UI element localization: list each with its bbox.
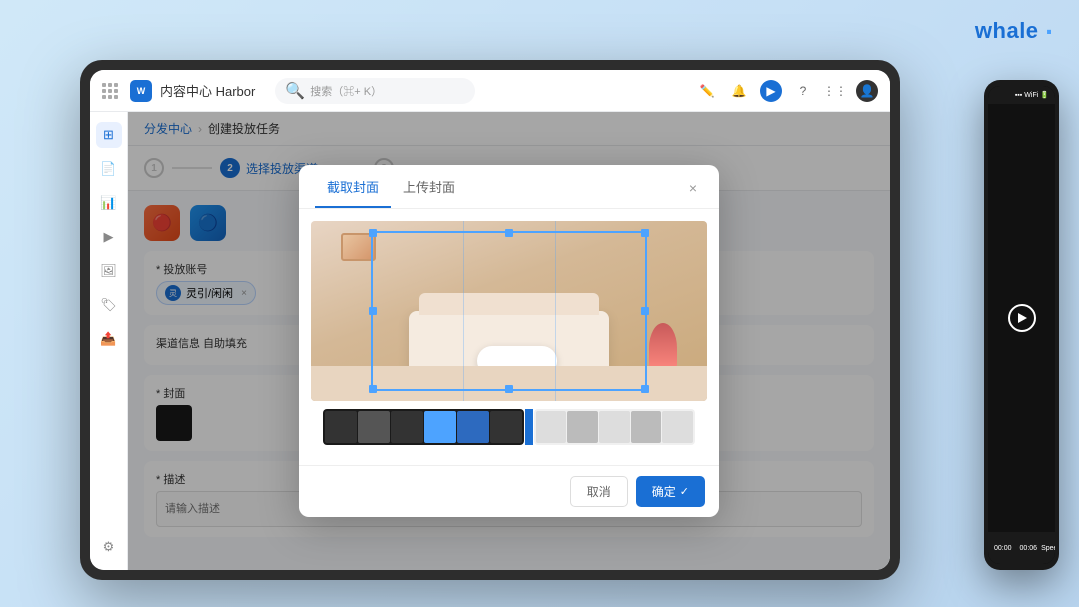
tab-capture-cover[interactable]: 截取封面 <box>315 177 391 208</box>
phone-time-end: 00:06 <box>1020 545 1038 552</box>
search-placeholder: 搜索（⌘+ K） <box>310 83 382 99</box>
timeline-thumb-2 <box>358 411 390 443</box>
room-image <box>311 221 707 401</box>
timeline-light-thumb-1 <box>536 411 567 443</box>
dialog-overlay: 截取封面 上传封面 × <box>128 112 890 570</box>
phone-frame: ▪▪▪ WiFi 🔋 00:00 00:06 Speed 🔊 <box>984 80 1059 570</box>
sidebar-icon-video[interactable]: ▶ <box>96 224 122 250</box>
tablet-screen: W 内容中心 Harbor 🔍 搜索（⌘+ K） ✏️ 🔔 ▶ ? ⋮⋮ 👤 ⊞… <box>90 70 890 570</box>
timeline-thumb-1 <box>325 411 357 443</box>
tab-upload-cover[interactable]: 上传封面 <box>391 177 467 208</box>
sidebar-icons: ⊞ 📄 📊 ▶ 🖼 🏷 📤 ⚙ <box>90 112 128 570</box>
timeline-thumb-4 <box>424 411 456 443</box>
confirm-check-icon: ✓ <box>680 485 689 498</box>
sidebar-icon-send[interactable]: 📤 <box>96 326 122 352</box>
grid-icon[interactable] <box>102 83 118 99</box>
phone-play-button[interactable] <box>1008 304 1036 332</box>
crop-vline-1 <box>463 221 464 401</box>
tablet-frame: W 内容中心 Harbor 🔍 搜索（⌘+ K） ✏️ 🔔 ▶ ? ⋮⋮ 👤 ⊞… <box>80 60 900 580</box>
edit-icon-btn[interactable]: ✏️ <box>696 80 718 102</box>
sidebar-icon-tag[interactable]: 🏷 <box>96 292 122 318</box>
timeline-light-thumb-2 <box>567 411 598 443</box>
dialog-body <box>299 209 719 465</box>
sidebar-icon-home[interactable]: ⊞ <box>96 122 122 148</box>
play-icon-btn[interactable]: ▶ <box>760 80 782 102</box>
timeline-thumb-5 <box>457 411 489 443</box>
phone-content <box>988 104 1055 532</box>
timeline-strip <box>311 401 707 453</box>
sidebar-icon-image[interactable]: 🖼 <box>96 258 122 284</box>
wall-art <box>341 233 376 261</box>
floor <box>311 366 707 401</box>
play-triangle-icon <box>1018 313 1027 323</box>
sidebar-icon-settings[interactable]: ⚙ <box>96 534 122 560</box>
content-area: ⊞ 📄 📊 ▶ 🖼 🏷 📤 ⚙ 分发中心 › 创建投放任务 <box>90 112 890 570</box>
phone-screen: ▪▪▪ WiFi 🔋 00:00 00:06 Speed 🔊 <box>988 86 1055 564</box>
nav-search-bar[interactable]: 🔍 搜索（⌘+ K） <box>275 78 475 104</box>
phone-signal-icon: ▪▪▪ <box>1015 92 1022 99</box>
timeline-thumb-3 <box>391 411 423 443</box>
nav-logo: W <box>130 80 152 102</box>
confirm-label: 确定 <box>652 483 676 500</box>
dialog-header: 截取封面 上传封面 × <box>299 165 719 209</box>
timeline-dark-segment[interactable] <box>323 409 524 445</box>
top-nav: W 内容中心 Harbor 🔍 搜索（⌘+ K） ✏️ 🔔 ▶ ? ⋮⋮ 👤 <box>90 70 890 112</box>
help-icon-btn[interactable]: ? <box>792 80 814 102</box>
bell-icon-btn[interactable]: 🔔 <box>728 80 750 102</box>
dialog-footer: 取消 确定 ✓ <box>299 465 719 517</box>
sidebar-icon-docs[interactable]: 📄 <box>96 156 122 182</box>
phone-speed-label: Speed <box>1041 545 1055 552</box>
timeline-light-segment[interactable] <box>534 409 695 445</box>
timeline-light-thumb-3 <box>599 411 630 443</box>
dialog-close-button[interactable]: × <box>683 178 703 198</box>
confirm-button[interactable]: 确定 ✓ <box>636 476 705 507</box>
crop-vline-2 <box>555 221 556 401</box>
timeline-thumb-6 <box>490 411 522 443</box>
nav-actions: ✏️ 🔔 ▶ ? ⋮⋮ 👤 <box>696 80 878 102</box>
phone-time-start: 00:00 <box>994 545 1012 552</box>
nav-title: 内容中心 Harbor <box>160 81 255 100</box>
crop-preview <box>311 221 707 401</box>
whale-logo: whale <box>975 18 1055 46</box>
search-icon: 🔍 <box>285 81 305 101</box>
phone-battery-icon: 🔋 <box>1040 91 1049 99</box>
timeline-light-thumb-5 <box>662 411 693 443</box>
timeline-cursor[interactable] <box>525 409 533 445</box>
timeline-light-thumb-4 <box>631 411 662 443</box>
sidebar-icon-chart[interactable]: 📊 <box>96 190 122 216</box>
phone-controls: 00:00 00:06 Speed 🔊 <box>988 532 1055 564</box>
phone-status-bar: ▪▪▪ WiFi 🔋 <box>988 86 1055 104</box>
phone-wifi-icon: WiFi <box>1024 92 1038 99</box>
user-avatar-btn[interactable]: 👤 <box>856 80 878 102</box>
main-panel: 分发中心 › 创建投放任务 1 2 选择投放渠道 3 <box>128 112 890 570</box>
apps-icon-btn[interactable]: ⋮⋮ <box>824 80 846 102</box>
cancel-button[interactable]: 取消 <box>570 476 628 507</box>
crop-dialog: 截取封面 上传封面 × <box>299 165 719 517</box>
